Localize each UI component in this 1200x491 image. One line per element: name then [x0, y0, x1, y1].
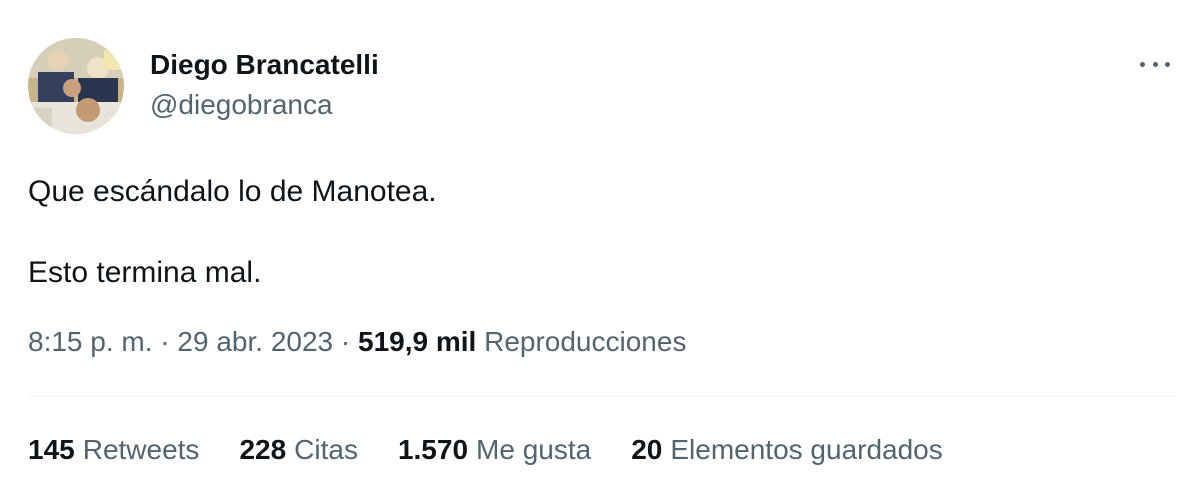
tweet-text-line-1: Que escándalo lo de Manotea. [28, 175, 437, 208]
tweet-text-line-2: Esto termina mal. [28, 256, 262, 289]
tweet-card: Diego Brancatelli @diegobranca Que escán… [0, 0, 1200, 491]
bookmarks-label: Elementos guardados [670, 434, 943, 465]
retweets-label: Retweets [82, 434, 200, 465]
more-options-icon[interactable] [1140, 52, 1170, 76]
meta-separator: · [152, 326, 178, 357]
dot-icon [1152, 61, 1158, 67]
tweet-date[interactable]: 29 abr. 2023 [177, 326, 333, 357]
meta-separator: · [333, 326, 358, 357]
author-names: Diego Brancatelli @diegobranca [150, 38, 379, 122]
likes-stat[interactable]: 1.570 Me gusta [398, 433, 591, 467]
divider [28, 396, 1176, 397]
bookmarks-count: 20 [631, 434, 663, 465]
quotes-stat[interactable]: 228 Citas [239, 433, 358, 467]
engagement-stats: 145 Retweets 228 Citas 1.570 Me gusta 20… [28, 433, 983, 467]
display-name[interactable]: Diego Brancatelli [150, 48, 379, 82]
user-handle[interactable]: @diegobranca [150, 88, 379, 122]
bookmarks-stat[interactable]: 20 Elementos guardados [631, 433, 943, 467]
quotes-label: Citas [294, 434, 358, 465]
views-label: Reproducciones [484, 326, 687, 357]
avatar[interactable] [28, 38, 124, 134]
retweets-stat[interactable]: 145 Retweets [28, 433, 199, 467]
avatar-photo-icon [28, 38, 124, 134]
views-count: 519,9 mil [358, 326, 477, 357]
dot-icon [1140, 61, 1145, 67]
likes-label: Me gusta [476, 434, 592, 465]
likes-count: 1.570 [397, 434, 469, 465]
dot-icon [1165, 61, 1170, 67]
tweet-meta: 8:15 p. m. · 29 abr. 2023 · 519,9 mil Re… [28, 325, 686, 359]
quotes-count: 228 [239, 434, 287, 465]
retweets-count: 145 [28, 434, 75, 465]
tweet-header: Diego Brancatelli @diegobranca [28, 38, 379, 134]
tweet-time[interactable]: 8:15 p. m. [28, 326, 153, 357]
